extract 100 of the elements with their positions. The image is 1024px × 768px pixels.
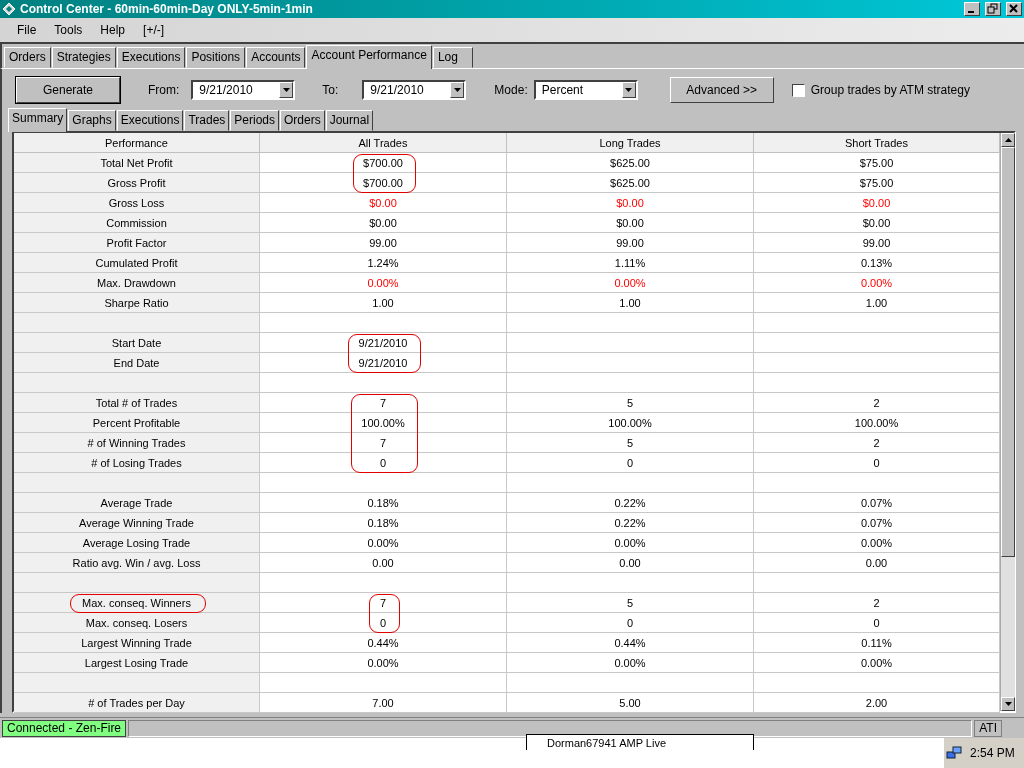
menu-item[interactable]: Tools bbox=[45, 23, 92, 37]
table-cell: 7 bbox=[260, 593, 507, 613]
close-icon bbox=[1007, 3, 1021, 15]
row-label: Gross Loss bbox=[14, 193, 260, 213]
tab[interactable]: Log bbox=[432, 47, 473, 68]
row-label: Start Date bbox=[14, 333, 260, 353]
table-cell: 1.11% bbox=[507, 253, 754, 273]
column-header[interactable]: Short Trades bbox=[754, 133, 1000, 153]
scroll-down-button[interactable] bbox=[1001, 697, 1015, 711]
row-label: Largest Winning Trade bbox=[14, 633, 260, 653]
table-cell: 0 bbox=[260, 453, 507, 473]
from-date-field[interactable]: 9/21/2010 bbox=[191, 80, 296, 100]
scroll-thumb[interactable] bbox=[1001, 147, 1015, 557]
mode-label: Mode: bbox=[494, 83, 528, 97]
table-cell: 0 bbox=[507, 453, 754, 473]
tab[interactable]: Positions bbox=[186, 47, 246, 68]
tab[interactable]: Periods bbox=[230, 110, 279, 131]
table-cell: 9/21/2010 bbox=[260, 353, 507, 373]
row-label: # of Trades per Day bbox=[14, 693, 260, 713]
table-cell: 0.44% bbox=[260, 633, 507, 653]
row-label: Profit Factor bbox=[14, 233, 260, 253]
menu-item[interactable]: [+/-] bbox=[134, 23, 174, 37]
column-header[interactable]: All Trades bbox=[260, 133, 507, 153]
tab[interactable]: Trades bbox=[184, 110, 230, 131]
table-cell: 0.00% bbox=[754, 653, 1000, 673]
table-cell: 0.00 bbox=[754, 553, 1000, 573]
status-label: ATI bbox=[974, 719, 1002, 737]
dropdown-arrow-icon bbox=[453, 88, 461, 92]
table-cell: 0.44% bbox=[507, 633, 754, 653]
table-cell: 0 bbox=[754, 453, 1000, 473]
table-cell: 99.00 bbox=[754, 233, 1000, 253]
table-cell: 2.00 bbox=[754, 693, 1000, 713]
table-cell: 100.00% bbox=[507, 413, 754, 433]
generate-button[interactable]: Generate bbox=[16, 77, 120, 103]
table-cell: 0.18% bbox=[260, 493, 507, 513]
row-label: Average Losing Trade bbox=[14, 533, 260, 553]
dropdown-button[interactable] bbox=[450, 82, 465, 98]
table-cell: 0 bbox=[507, 613, 754, 633]
connection-status: Connected - Zen-Fire bbox=[2, 719, 127, 737]
row-label: Commission bbox=[14, 213, 260, 233]
table-cell: 0 bbox=[754, 613, 1000, 633]
down-arrow-icon bbox=[1004, 702, 1012, 706]
tab[interactable]: Accounts bbox=[246, 47, 306, 68]
table-cell: 0.00% bbox=[260, 653, 507, 673]
row-label: Ratio avg. Win / avg. Loss bbox=[14, 553, 260, 573]
table-cell: 5.00 bbox=[507, 693, 754, 713]
table-cell: $700.00 bbox=[260, 173, 507, 193]
table-cell: $0.00 bbox=[754, 213, 1000, 233]
table-cell: 7 bbox=[260, 393, 507, 413]
tab[interactable]: Executions bbox=[116, 110, 184, 131]
scroll-up-button[interactable] bbox=[1001, 133, 1015, 147]
dropdown-button[interactable] bbox=[621, 82, 636, 98]
table-cell: 0.00% bbox=[507, 653, 754, 673]
row-label: Max. conseq. Losers bbox=[14, 613, 260, 633]
minimize-icon bbox=[968, 11, 974, 13]
table-cell: 0.00 bbox=[260, 553, 507, 573]
tab[interactable]: Graphs bbox=[68, 110, 116, 131]
table-cell: 0.22% bbox=[507, 513, 754, 533]
minimize-button[interactable] bbox=[964, 2, 980, 16]
checkbox[interactable] bbox=[791, 83, 805, 97]
row-label: Gross Profit bbox=[14, 173, 260, 193]
tab[interactable]: Journal bbox=[325, 110, 374, 131]
row-label: Largest Losing Trade bbox=[14, 653, 260, 673]
taskbar-button[interactable]: Dorman67941 AMP Live bbox=[526, 734, 754, 750]
restore-button[interactable] bbox=[985, 2, 1001, 16]
table-cell: 0.00% bbox=[260, 533, 507, 553]
row-label: # of Winning Trades bbox=[14, 433, 260, 453]
table-cell: 0.00% bbox=[507, 533, 754, 553]
restore-icon bbox=[986, 3, 1000, 15]
table-cell: 0 bbox=[260, 613, 507, 633]
tab[interactable]: Executions bbox=[116, 47, 186, 68]
menu-item[interactable]: File bbox=[8, 23, 46, 37]
row-label: Max. Drawdown bbox=[14, 273, 260, 293]
row-label: # of Losing Trades bbox=[14, 453, 260, 473]
menu-item[interactable]: Help bbox=[91, 23, 135, 37]
row-label: Sharpe Ratio bbox=[14, 293, 260, 313]
table-cell: 7.00 bbox=[260, 693, 507, 713]
column-header[interactable]: Long Trades bbox=[507, 133, 754, 153]
tab[interactable]: Orders bbox=[4, 47, 51, 68]
tab[interactable]: Account Performance bbox=[306, 45, 432, 69]
to-label: To: bbox=[322, 83, 339, 97]
row-label: Max. conseq. Winners bbox=[14, 593, 260, 613]
table-cell: 5 bbox=[507, 393, 754, 413]
scrollbar[interactable] bbox=[1000, 133, 1015, 711]
advanced-button[interactable]: Advanced >> bbox=[669, 77, 774, 103]
table-cell: 0.00 bbox=[507, 553, 754, 573]
table-cell: $0.00 bbox=[754, 193, 1000, 213]
network-icon[interactable] bbox=[946, 745, 962, 761]
column-header[interactable]: Performance bbox=[14, 133, 260, 153]
tab[interactable]: Strategies bbox=[51, 47, 116, 68]
table-cell: 5 bbox=[507, 593, 754, 613]
tab[interactable]: Orders bbox=[280, 110, 325, 131]
window-title: Control Center - 60min-60min-Day ONLY-5min-1min bbox=[20, 2, 314, 16]
mode-dropdown[interactable]: Percent bbox=[533, 80, 638, 100]
dropdown-button[interactable] bbox=[279, 82, 294, 98]
tab[interactable]: Summary bbox=[8, 108, 68, 132]
checkbox-label: Group trades by ATM strategy bbox=[810, 83, 970, 97]
close-button[interactable] bbox=[1006, 2, 1022, 16]
to-date-field[interactable]: 9/21/2010 bbox=[362, 80, 467, 100]
table-cell: 9/21/2010 bbox=[260, 333, 507, 353]
